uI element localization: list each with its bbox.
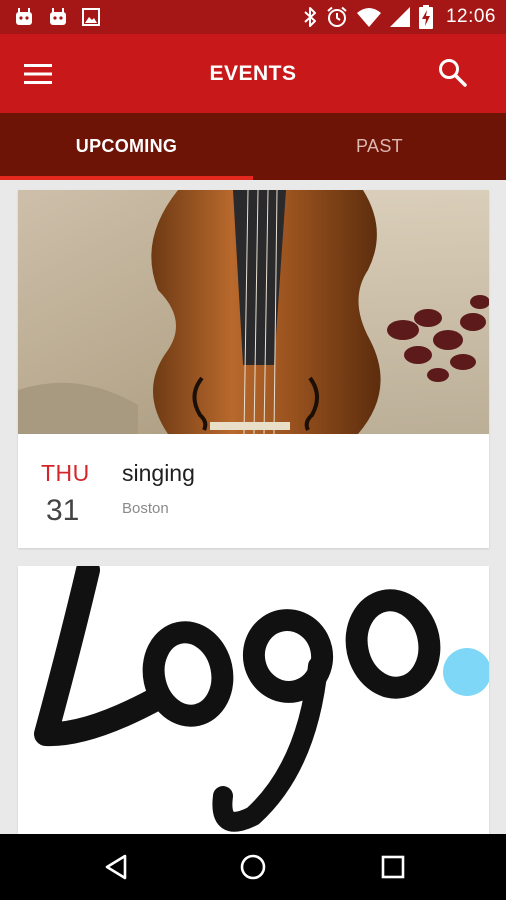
tab-bar: UPCOMING PAST (0, 113, 506, 180)
tab-upcoming-label: UPCOMING (75, 136, 178, 156)
event-date: 31 (46, 494, 80, 527)
app-title: EVENTS (209, 62, 297, 85)
event-image-logo (18, 566, 489, 834)
active-tab-indicator (0, 176, 253, 180)
recents-button[interactable] (373, 847, 413, 887)
recents-icon (381, 855, 405, 879)
notification-icons (14, 6, 100, 28)
event-card[interactable]: THU 31 singing Boston (18, 190, 489, 548)
home-icon (240, 854, 266, 880)
status-bar: 12:06 (0, 0, 506, 34)
back-button[interactable] (96, 847, 136, 887)
event-day: THU (41, 460, 90, 486)
alarm-icon (326, 6, 348, 28)
tab-upcoming[interactable]: UPCOMING (0, 113, 253, 180)
bluetooth-icon (303, 6, 317, 28)
home-button[interactable] (233, 847, 273, 887)
wifi-icon (356, 7, 381, 27)
navigation-bar (0, 834, 506, 900)
tab-past-label: PAST (356, 136, 403, 156)
event-location: Boston (122, 500, 169, 517)
battery-charging-icon (418, 5, 433, 29)
image-icon (82, 8, 100, 26)
event-title: singing (122, 460, 195, 486)
app-bar: EVENTS (0, 34, 506, 113)
android-icon (14, 8, 34, 26)
tab-past[interactable]: PAST (253, 113, 506, 180)
event-card[interactable] (18, 566, 489, 834)
event-image-cello (18, 190, 489, 434)
status-time: 12:06 (445, 6, 496, 27)
android-icon (48, 8, 68, 26)
system-icons: 12:06 (303, 0, 496, 34)
search-icon (439, 59, 467, 87)
search-button[interactable] (434, 54, 478, 94)
back-icon (105, 854, 127, 880)
signal-icon (389, 7, 410, 27)
